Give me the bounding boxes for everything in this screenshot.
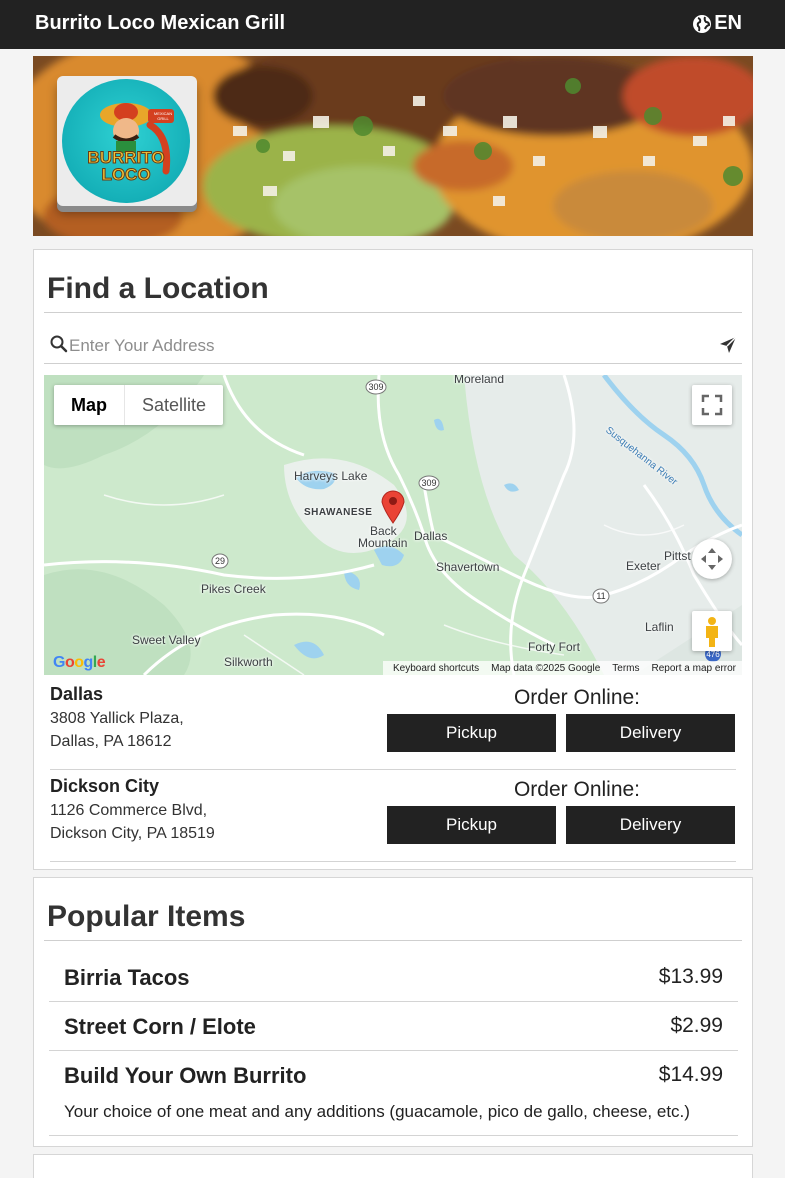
location-address-line2: Dallas, PA 18612 [50,733,172,750]
globe-icon [693,14,712,33]
map-label-exeter: Exeter [626,559,661,573]
map-label-dallas: Dallas [414,529,448,543]
map-label-shavertown: Shavertown [436,560,500,574]
menu-item-name: Street Corn / Elote [64,1014,256,1039]
menu-item-street-corn[interactable]: Street Corn / Elote $2.99 [49,1002,738,1051]
locations-map[interactable]: 309 309 29 11 476 Moreland Harveys Lake … [44,375,742,675]
address-input[interactable] [69,334,709,358]
svg-text:309: 309 [368,382,383,392]
location-name: Dickson City [50,776,160,796]
fullscreen-icon [701,394,723,416]
pickup-button[interactable]: Pickup [387,714,556,752]
map-label-pittston: Pittst [664,549,691,563]
pegman-icon [706,617,718,647]
hero-banner: BURRITO LOCO MEXICAN GRILL [33,56,753,236]
find-location-card: Find a Location Enter Your Address 309 3… [33,249,753,870]
location-address-line1: 3808 Yallick Plaza, [50,710,184,727]
popular-items-card: Popular Items Birria Tacos $13.99 Street… [33,877,753,1147]
camera-control-button[interactable] [692,539,732,579]
map-label-forty-fort: Forty Fort [528,640,581,654]
report-map-error-link[interactable]: Report a map error [652,663,736,674]
map-label-sweet-valley: Sweet Valley [132,633,201,647]
menu-item-birria-tacos[interactable]: Birria Tacos $13.99 [49,952,738,1002]
location-name: Dallas [50,684,104,704]
site-brand[interactable]: Burrito Loco Mexican Grill [35,12,285,35]
menu-item-price: $14.99 [658,1063,723,1086]
menu-item-name: Build Your Own Burrito [64,1063,307,1088]
delivery-button[interactable]: Delivery [566,806,735,844]
svg-text:476: 476 [706,650,720,659]
order-online-label: Order Online: [513,778,641,801]
map-data-text: Map data ©2025 Google [491,662,601,674]
delivery-button[interactable]: Delivery [566,714,735,752]
keyboard-shortcuts-link[interactable]: Keyboard shortcuts [393,663,479,674]
map-attribution: Keyboard shortcuts Map data ©2025 Google… [382,661,742,675]
title-divider [44,312,742,313]
menu-item-price: $13.99 [658,965,723,988]
street-view-button[interactable] [692,611,732,651]
pickup-button[interactable]: Pickup [387,806,556,844]
location-dickson-city: Dickson City 1126 Commerce Blvd, Dickson… [50,776,736,862]
logo-mascot-image [100,103,174,175]
top-navbar: Burrito Loco Mexican Grill EN [0,0,785,49]
location-divider [50,769,736,770]
popular-items-title: Popular Items [47,900,246,933]
address-search [44,330,742,364]
logo-text: BURRITO LOCO [87,148,165,184]
terms-link[interactable]: Terms [612,663,639,674]
map-label-mountain: Mountain [358,536,408,550]
move-arrows-icon [701,548,723,570]
svg-text:29: 29 [215,556,225,566]
map-label-moreland: Moreland [454,375,505,386]
menu-item-build-your-own-burrito[interactable]: Build Your Own Burrito $14.99 Your choic… [49,1051,738,1136]
map-type-satellite-button[interactable]: Satellite [125,385,223,425]
fullscreen-button[interactable] [692,385,732,425]
menu-item-name: Birria Tacos [64,965,190,990]
map-type-map-button[interactable]: Map [54,385,125,425]
map-label-shawanese: SHAWANESE [304,507,373,518]
order-online-label: Order Online: [513,686,641,709]
map-label-harveys-lake: Harveys Lake [294,469,368,483]
menu-item-description: Your choice of one meat and any addition… [64,1102,690,1121]
menu-item-price: $2.99 [670,1014,723,1037]
svg-text:11: 11 [596,591,605,601]
google-logo: Google [53,654,106,671]
search-icon [50,335,68,353]
language-code: EN [714,12,742,34]
location-address-line1: 1126 Commerce Blvd, [50,802,208,819]
map-label-silkworth: Silkworth [224,655,273,669]
location-dallas: Dallas 3808 Yallick Plaza, Dallas, PA 18… [50,684,736,770]
next-section-card [33,1154,753,1178]
map-label-pikes-creek: Pikes Creek [201,582,266,596]
find-location-title: Find a Location [47,272,269,305]
map-type-control: Map Satellite [54,385,224,425]
location-divider [50,861,736,862]
map-label-laflin: Laflin [645,620,674,634]
location-address-line2: Dickson City, PA 18519 [50,825,215,842]
map-pin-icon[interactable] [380,488,406,524]
locate-me-icon[interactable] [719,336,737,354]
svg-text:309: 309 [421,478,436,488]
restaurant-logo: BURRITO LOCO MEXICAN GRILL [57,76,197,206]
logo-badge: MEXICAN GRILL [153,111,173,121]
language-selector[interactable]: EN [692,12,742,35]
title-divider [44,940,742,941]
